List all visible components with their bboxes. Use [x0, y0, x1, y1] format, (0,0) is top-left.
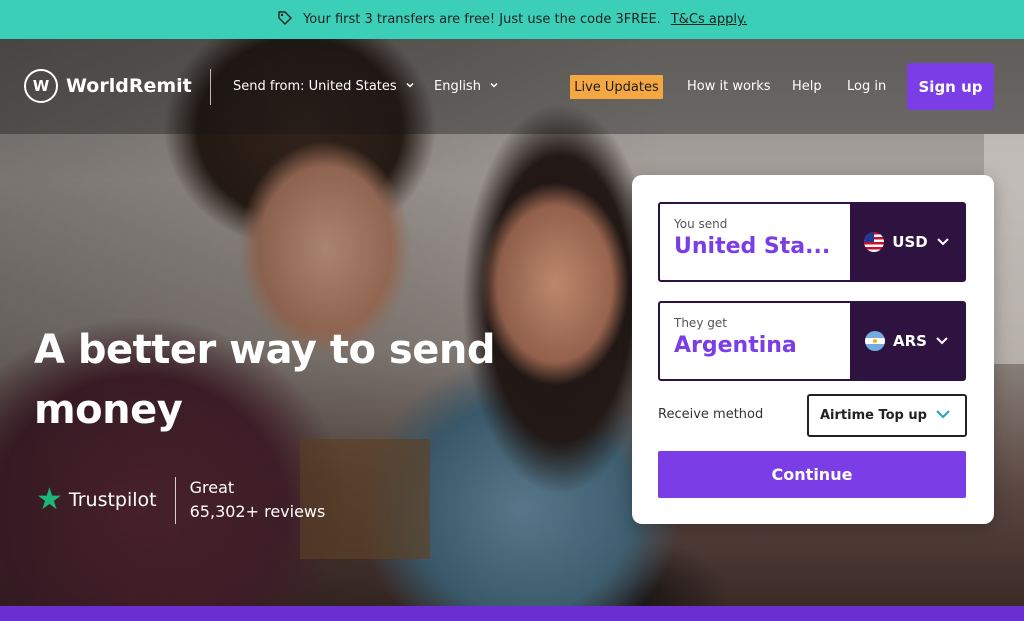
send-country-field[interactable]: You send United Sta... USD [658, 202, 966, 282]
terms-link[interactable]: T&Cs apply. [671, 12, 747, 27]
worldremit-logo[interactable]: W WorldRemit [24, 69, 192, 103]
language-dropdown[interactable]: English [434, 79, 499, 94]
trustpilot-star-icon: ★ [36, 482, 63, 517]
continue-button[interactable]: Continue [658, 451, 966, 498]
login-link[interactable]: Log in [847, 79, 886, 94]
send-country-value: United Sta... [674, 234, 831, 259]
receive-country-field[interactable]: They get Argentina ARS [658, 301, 966, 381]
help-link[interactable]: Help [792, 79, 822, 94]
how-it-works-link[interactable]: How it works [687, 79, 771, 94]
transfer-calculator: You send United Sta... USD They get Arge… [632, 175, 994, 524]
trustpilot-summary: Great 65,302+ reviews [190, 476, 326, 524]
header-divider [210, 69, 211, 105]
send-currency-code: USD [892, 233, 928, 251]
receive-currency-selector[interactable]: ARS [850, 303, 964, 379]
logo-badge-icon: W [24, 69, 58, 103]
receive-country-value: Argentina [674, 333, 797, 358]
us-flag-icon [864, 232, 885, 252]
signup-button[interactable]: Sign up [907, 63, 994, 110]
live-updates-button[interactable]: Live Updates [570, 75, 663, 99]
tag-icon [277, 10, 293, 30]
trustpilot-reviews: 65,302+ reviews [189, 502, 326, 521]
language-label: English [434, 79, 481, 94]
trustpilot-rating[interactable]: ★ Trustpilot Great 65,302+ reviews [36, 476, 325, 524]
receive-country-input[interactable]: They get Argentina [660, 303, 850, 379]
receive-method-value: Airtime Top up [820, 408, 927, 423]
trustpilot-rating-word: Great [189, 478, 235, 497]
send-country-input[interactable]: You send United Sta... [660, 204, 850, 280]
chevron-down-icon [936, 233, 950, 251]
chevron-down-icon [935, 408, 951, 423]
ar-flag-icon [865, 331, 886, 351]
promo-text: Your first 3 transfers are free! Just us… [303, 12, 661, 27]
get-label: They get [674, 316, 727, 330]
site-header: W WorldRemit Send from: United States En… [0, 39, 1024, 134]
send-label: You send [674, 217, 728, 231]
send-currency-selector[interactable]: USD [850, 204, 964, 280]
promo-banner: Your first 3 transfers are free! Just us… [0, 0, 1024, 39]
trustpilot-name: Trustpilot [68, 489, 157, 511]
trustpilot-divider [174, 476, 176, 524]
chevron-down-icon [935, 332, 949, 350]
send-from-dropdown[interactable]: Send from: United States [233, 79, 415, 94]
receive-method-select[interactable]: Airtime Top up [807, 394, 967, 437]
chevron-down-icon [489, 79, 499, 94]
bottom-accent-bar [0, 606, 1024, 621]
hero-headline: A better way to send money [34, 327, 495, 433]
logo-text: WorldRemit [66, 75, 192, 97]
send-from-label: Send from: United States [233, 79, 397, 94]
chevron-down-icon [405, 79, 415, 94]
receive-method-label: Receive method [658, 407, 764, 422]
receive-currency-code: ARS [893, 332, 927, 350]
